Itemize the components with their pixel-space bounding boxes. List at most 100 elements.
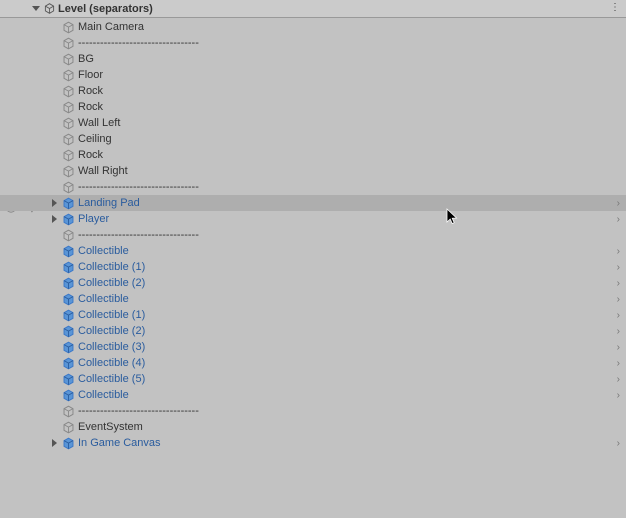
scene-title: Level (separators): [58, 3, 153, 15]
row-label: Collectible (5): [78, 373, 145, 385]
open-prefab-icon[interactable]: ›: [617, 246, 620, 257]
row-label: Collectible: [78, 389, 129, 401]
prefab-cube-icon: [62, 197, 75, 210]
hierarchy-row[interactable]: Rock: [0, 147, 626, 163]
open-prefab-icon[interactable]: ›: [617, 278, 620, 289]
hierarchy-panel: Level (separators) ⋮ Main Camera -------…: [0, 0, 626, 518]
expand-arrow-icon[interactable]: [52, 199, 57, 207]
prefab-cube-icon: [62, 293, 75, 306]
open-prefab-icon[interactable]: ›: [617, 390, 620, 401]
hierarchy-tree: Main Camera ----------------------------…: [0, 18, 626, 451]
row-label: Ceiling: [78, 133, 112, 145]
row-label: Collectible (2): [78, 277, 145, 289]
expand-arrow-icon[interactable]: [52, 215, 57, 223]
hierarchy-row[interactable]: In Game Canvas ›: [0, 435, 626, 451]
hierarchy-row[interactable]: EventSystem: [0, 419, 626, 435]
hierarchy-row[interactable]: ---------------------------------: [0, 227, 626, 243]
open-prefab-icon[interactable]: ›: [617, 214, 620, 225]
gameobject-cube-icon: [62, 181, 75, 194]
hierarchy-row[interactable]: Collectible (5) ›: [0, 371, 626, 387]
prefab-cube-icon: [62, 357, 75, 370]
hierarchy-row[interactable]: Wall Left: [0, 115, 626, 131]
row-label: Wall Right: [78, 165, 128, 177]
hierarchy-row[interactable]: Floor: [0, 67, 626, 83]
row-label: Rock: [78, 85, 103, 97]
prefab-cube-icon: [62, 261, 75, 274]
gameobject-cube-icon: [62, 149, 75, 162]
prefab-cube-icon: [62, 309, 75, 322]
row-label: Collectible (4): [78, 357, 145, 369]
row-label: EventSystem: [78, 421, 143, 433]
foldout-icon: [32, 6, 40, 11]
hierarchy-row[interactable]: Collectible (2) ›: [0, 275, 626, 291]
gameobject-cube-icon: [62, 133, 75, 146]
open-prefab-icon[interactable]: ›: [617, 438, 620, 449]
open-prefab-icon[interactable]: ›: [617, 374, 620, 385]
hierarchy-row[interactable]: ---------------------------------: [0, 35, 626, 51]
row-label: Collectible: [78, 293, 129, 305]
open-prefab-icon[interactable]: ›: [617, 358, 620, 369]
row-label: BG: [78, 53, 94, 65]
gameobject-cube-icon: [62, 165, 75, 178]
expand-arrow-icon[interactable]: [52, 439, 57, 447]
row-label: ---------------------------------: [78, 229, 199, 241]
prefab-cube-icon: [62, 437, 75, 450]
open-prefab-icon[interactable]: ›: [617, 326, 620, 337]
row-label: Collectible (3): [78, 341, 145, 353]
row-label: ---------------------------------: [78, 37, 199, 49]
open-prefab-icon[interactable]: ›: [617, 294, 620, 305]
gameobject-cube-icon: [62, 229, 75, 242]
row-label: Collectible (2): [78, 325, 145, 337]
gameobject-cube-icon: [62, 101, 75, 114]
row-label: Player: [78, 213, 109, 225]
prefab-cube-icon: [62, 373, 75, 386]
gameobject-cube-icon: [62, 69, 75, 82]
gameobject-cube-icon: [62, 21, 75, 34]
open-prefab-icon[interactable]: ›: [617, 198, 620, 209]
hierarchy-row[interactable]: Collectible (2) ›: [0, 323, 626, 339]
open-prefab-icon[interactable]: ›: [617, 310, 620, 321]
hierarchy-row[interactable]: Rock: [0, 99, 626, 115]
row-label: Rock: [78, 101, 103, 113]
hierarchy-row[interactable]: Player ›: [0, 211, 626, 227]
hierarchy-row[interactable]: BG: [0, 51, 626, 67]
row-label: Collectible (1): [78, 261, 145, 273]
prefab-cube-icon: [62, 277, 75, 290]
prefab-cube-icon: [62, 341, 75, 354]
gameobject-cube-icon: [62, 405, 75, 418]
row-label: Landing Pad: [78, 197, 140, 209]
gameobject-cube-icon: [62, 421, 75, 434]
hierarchy-row[interactable]: Collectible (1) ›: [0, 307, 626, 323]
hierarchy-row[interactable]: Landing Pad ›: [0, 195, 626, 211]
hierarchy-row[interactable]: Rock: [0, 83, 626, 99]
hierarchy-row[interactable]: Main Camera: [0, 19, 626, 35]
row-label: Floor: [78, 69, 103, 81]
hierarchy-row[interactable]: Ceiling: [0, 131, 626, 147]
row-label: Main Camera: [78, 21, 144, 33]
row-label: In Game Canvas: [78, 437, 161, 449]
hierarchy-row[interactable]: Collectible ›: [0, 387, 626, 403]
gameobject-cube-icon: [62, 37, 75, 50]
kebab-menu-icon[interactable]: ⋮: [610, 2, 620, 13]
hierarchy-row[interactable]: Collectible (1) ›: [0, 259, 626, 275]
scene-header[interactable]: Level (separators) ⋮: [0, 0, 626, 18]
hierarchy-row[interactable]: Collectible›: [0, 243, 626, 259]
unity-scene-icon: [44, 3, 55, 14]
prefab-cube-icon: [62, 213, 75, 226]
row-label: Collectible (1): [78, 309, 145, 321]
hierarchy-row[interactable]: Wall Right: [0, 163, 626, 179]
prefab-cube-icon: [62, 389, 75, 402]
prefab-cube-icon: [62, 325, 75, 338]
hierarchy-row[interactable]: Collectible (4) ›: [0, 355, 626, 371]
gameobject-cube-icon: [62, 53, 75, 66]
row-label: ---------------------------------: [78, 405, 199, 417]
gameobject-cube-icon: [62, 85, 75, 98]
hierarchy-row[interactable]: Collectible (3) ›: [0, 339, 626, 355]
hierarchy-row[interactable]: ---------------------------------: [0, 179, 626, 195]
open-prefab-icon[interactable]: ›: [617, 342, 620, 353]
row-label: Rock: [78, 149, 103, 161]
hierarchy-row[interactable]: Collectible ›: [0, 291, 626, 307]
open-prefab-icon[interactable]: ›: [617, 262, 620, 273]
row-label: ---------------------------------: [78, 181, 199, 193]
hierarchy-row[interactable]: ---------------------------------: [0, 403, 626, 419]
